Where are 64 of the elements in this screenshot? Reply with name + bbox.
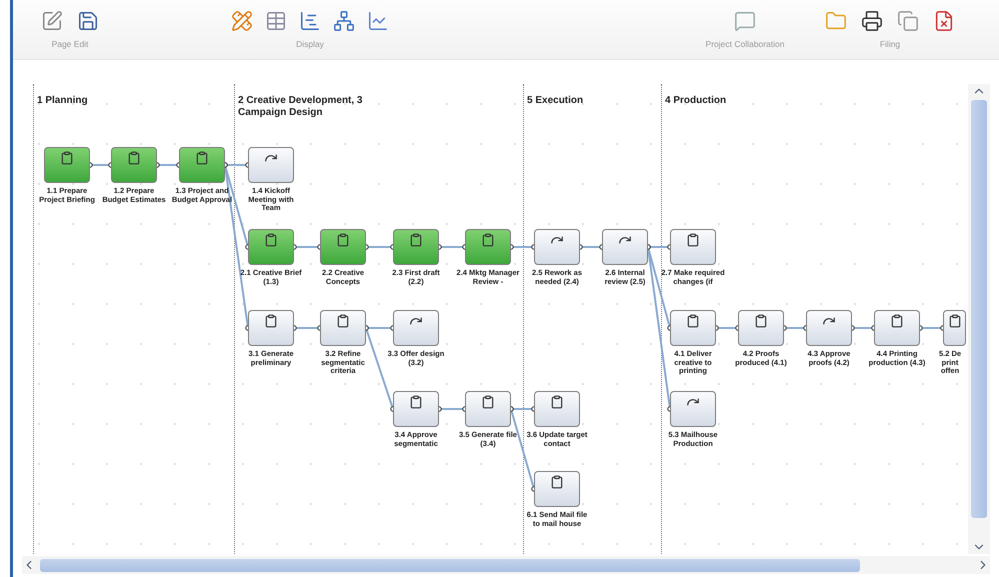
task-node[interactable] <box>738 310 784 346</box>
clipboard-icon <box>948 314 962 328</box>
edit-button[interactable] <box>41 10 63 32</box>
clipboard-icon <box>550 395 564 409</box>
toolbar-group-label: Display <box>296 39 324 49</box>
clipboard-icon <box>195 151 209 165</box>
task-node[interactable] <box>393 310 439 346</box>
task-node[interactable] <box>670 310 716 346</box>
clipboard-icon <box>550 475 564 489</box>
clipboard-icon <box>336 233 350 247</box>
horizontal-scrollbar[interactable] <box>22 556 990 574</box>
task-node[interactable] <box>465 391 511 427</box>
task-node[interactable] <box>874 310 920 346</box>
clipboard-icon <box>336 314 350 328</box>
toolbar-group-label: Project Collaboration <box>706 39 784 49</box>
vertical-scrollbar[interactable] <box>968 84 990 554</box>
clipboard-icon <box>60 151 74 165</box>
task-node[interactable] <box>465 229 511 265</box>
task-node[interactable] <box>248 147 294 183</box>
clipboard-icon <box>481 395 495 409</box>
clipboard-icon <box>409 233 423 247</box>
clipboard-icon <box>686 314 700 328</box>
pencil-ruler-button[interactable] <box>231 10 253 32</box>
task-node[interactable] <box>602 229 648 265</box>
clipboard-icon <box>409 395 423 409</box>
lane-title: 4 Production <box>665 95 726 107</box>
task-node[interactable] <box>534 229 580 265</box>
task-node[interactable] <box>111 147 157 183</box>
task-node[interactable] <box>534 471 580 507</box>
lane-title: 1 Planning <box>37 95 88 107</box>
task-node[interactable] <box>943 310 966 346</box>
task-node[interactable] <box>534 391 580 427</box>
task-node[interactable] <box>670 229 716 265</box>
printer-button[interactable] <box>861 10 883 32</box>
task-node[interactable] <box>248 229 294 265</box>
clipboard-icon <box>264 233 278 247</box>
task-node[interactable] <box>320 310 366 346</box>
scroll-thumb[interactable] <box>40 558 860 572</box>
clipboard-icon <box>754 314 768 328</box>
scroll-thumb[interactable] <box>971 100 987 518</box>
delete-button[interactable] <box>933 10 955 32</box>
task-node[interactable] <box>179 147 225 183</box>
table-button[interactable] <box>265 10 287 32</box>
task-node[interactable] <box>320 229 366 265</box>
clipboard-icon <box>127 151 141 165</box>
line-chart-button[interactable] <box>367 10 389 32</box>
toolbar-group-label: Page Edit <box>52 39 88 49</box>
gantt-chart-button[interactable] <box>299 10 321 32</box>
task-node[interactable] <box>670 391 716 427</box>
network-button[interactable] <box>333 10 355 32</box>
clipboard-icon <box>686 233 700 247</box>
task-node[interactable] <box>393 391 439 427</box>
lane-title: 5 Execution <box>527 95 584 107</box>
toolbar-group-label: Filing <box>880 39 900 49</box>
save-button[interactable] <box>77 10 99 32</box>
task-node[interactable] <box>806 310 852 346</box>
copy-button[interactable] <box>897 10 919 32</box>
clipboard-icon <box>264 314 278 328</box>
task-node[interactable] <box>44 147 90 183</box>
clipboard-icon <box>890 314 904 328</box>
clipboard-icon <box>481 233 495 247</box>
task-node[interactable] <box>393 229 439 265</box>
task-node[interactable] <box>248 310 294 346</box>
lane-title: 2 Creative Development, 3 Campaign Design <box>238 95 364 119</box>
